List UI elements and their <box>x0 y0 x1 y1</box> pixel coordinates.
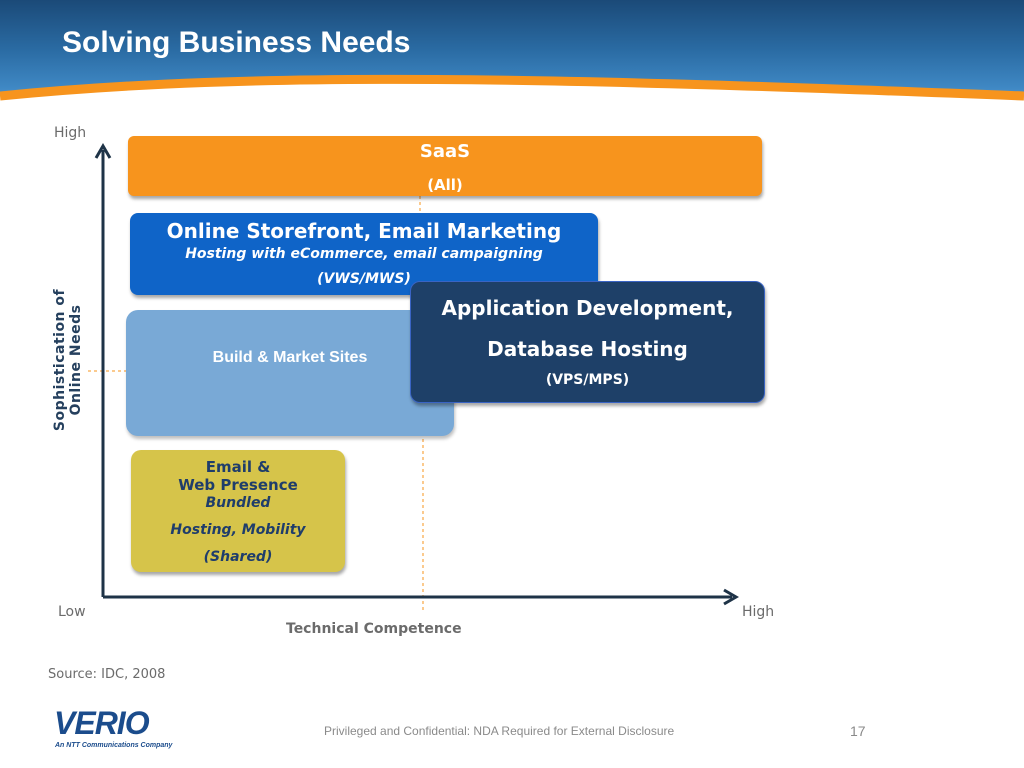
verio-logo: VERIO <box>54 705 150 741</box>
page-number: 17 <box>850 723 866 739</box>
email-line3: Bundled <box>205 495 271 511</box>
build-market-box: Build & Market Sites <box>126 310 454 436</box>
confidentiality-note: Privileged and Confidential: NDA Require… <box>324 724 675 738</box>
email-web-box: Email & Web Presence Bundled Hosting, Mo… <box>131 450 345 572</box>
x-axis-title: Technical Competence <box>286 621 462 637</box>
email-sub: (Shared) <box>203 549 273 565</box>
email-line4: Hosting, Mobility <box>170 522 306 538</box>
x-axis-low-label: Low <box>58 604 86 620</box>
saas-box: SaaS (All) <box>128 136 762 196</box>
storefront-desc: Hosting with eCommerce, email campaignin… <box>185 246 543 262</box>
saas-sub: (All) <box>427 176 463 194</box>
appdev-line2: Database Hosting <box>487 337 688 361</box>
email-line1: Email & <box>205 458 271 476</box>
verio-logo-tagline: An NTT Communications Company <box>55 742 173 749</box>
source-note: Source: IDC, 2008 <box>48 667 166 682</box>
saas-title: SaaS <box>419 141 471 162</box>
storefront-title: Online Storefront, Email Marketing <box>166 219 562 243</box>
build-market-title: Build & Market Sites <box>212 349 368 366</box>
email-line2: Web Presence <box>178 476 298 494</box>
x-axis-high-label: High <box>742 604 775 620</box>
appdev-line1: Application Development, <box>441 296 734 320</box>
y-axis-high-label: High <box>54 125 87 141</box>
y-axis-title: Sophistication of Online Needs <box>52 288 84 432</box>
appdev-box: Application Development, Database Hostin… <box>410 281 765 403</box>
appdev-sub: (VPS/MPS) <box>545 372 630 388</box>
